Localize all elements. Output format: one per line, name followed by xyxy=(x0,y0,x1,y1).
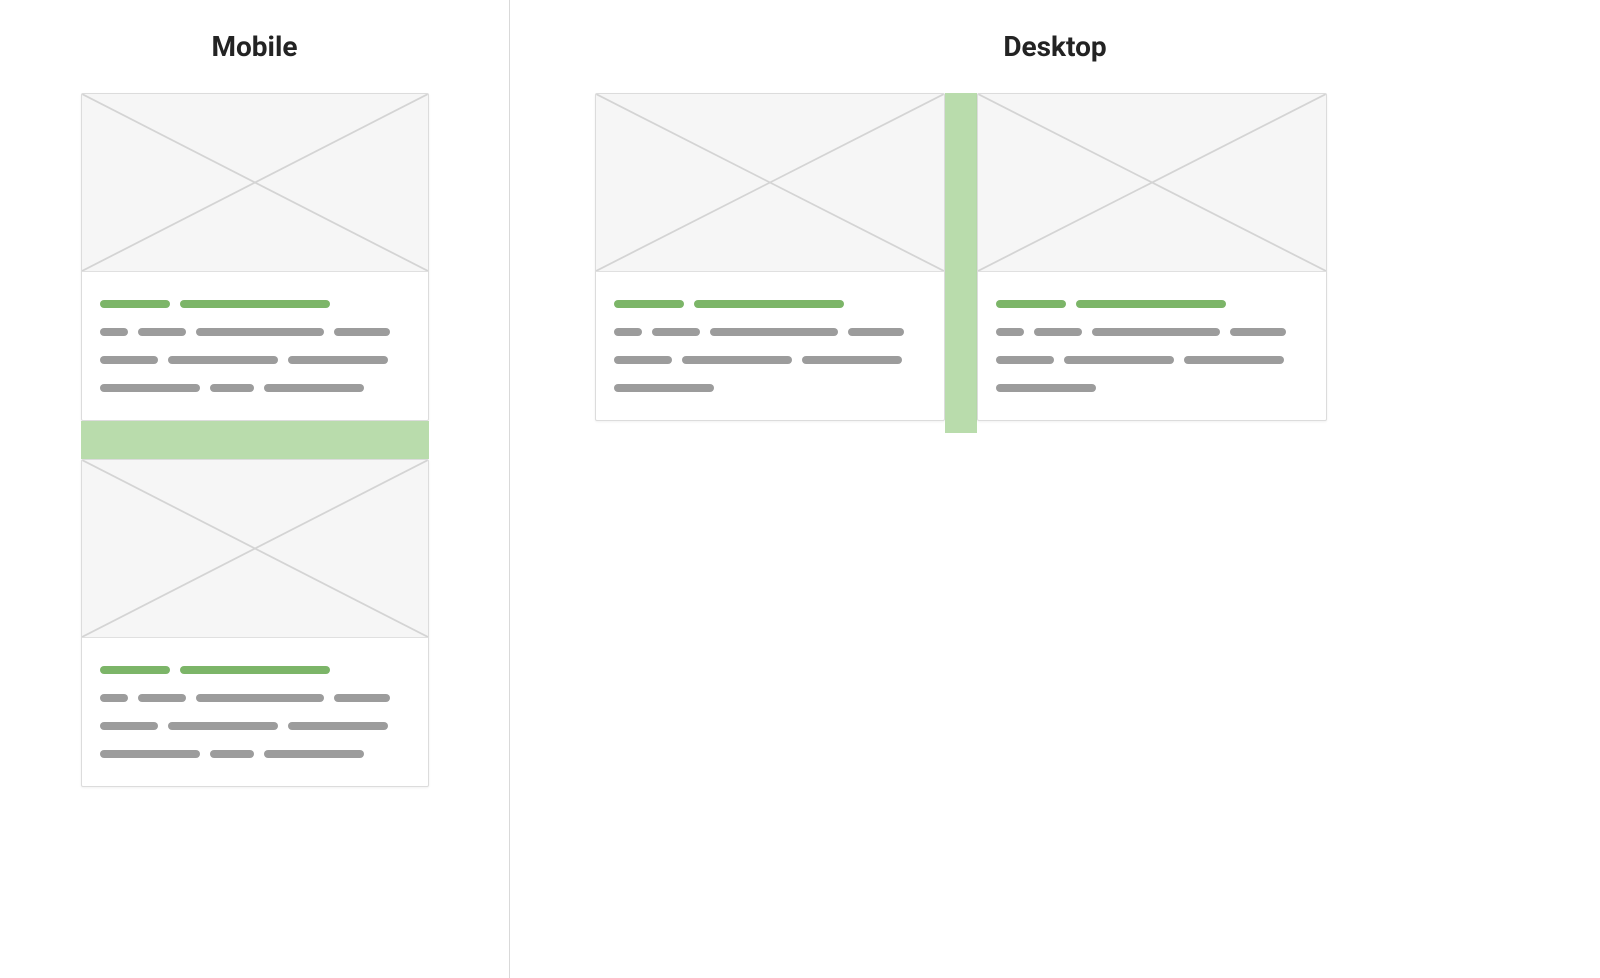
skeleton-segment xyxy=(996,356,1054,364)
skeleton-segment xyxy=(614,300,684,308)
desktop-card-row xyxy=(595,93,1327,433)
skeleton-segment xyxy=(100,328,128,336)
skeleton-segment xyxy=(210,750,254,758)
skeleton-segment xyxy=(210,384,254,392)
skeleton-segment xyxy=(100,750,200,758)
card-body xyxy=(82,638,428,786)
card xyxy=(595,93,945,421)
title-skeleton-row xyxy=(100,300,410,308)
skeleton-segment xyxy=(996,300,1066,308)
image-placeholder xyxy=(978,94,1326,272)
skeleton-segment xyxy=(100,666,170,674)
skeleton-segment xyxy=(138,694,186,702)
skeleton-segment xyxy=(334,694,390,702)
body-skeleton-row xyxy=(100,356,410,364)
body-skeleton-row xyxy=(996,384,1308,392)
body-skeleton-row xyxy=(996,328,1308,336)
skeleton-segment xyxy=(334,328,390,336)
card xyxy=(977,93,1327,421)
body-skeleton-row xyxy=(614,328,926,336)
skeleton-segment xyxy=(1184,356,1284,364)
skeleton-segment xyxy=(1034,328,1082,336)
skeleton-segment xyxy=(180,666,330,674)
body-skeleton-row xyxy=(996,356,1308,364)
skeleton-segment xyxy=(264,384,364,392)
image-placeholder xyxy=(82,460,428,638)
body-skeleton-row xyxy=(100,384,410,392)
mobile-column: Mobile xyxy=(0,0,510,978)
skeleton-segment xyxy=(996,384,1096,392)
skeleton-segment xyxy=(100,384,200,392)
skeleton-segment xyxy=(288,722,388,730)
gap-band xyxy=(81,421,429,459)
skeleton-segment xyxy=(996,328,1024,336)
skeleton-segment xyxy=(100,356,158,364)
desktop-heading: Desktop xyxy=(510,30,1600,63)
skeleton-segment xyxy=(100,722,158,730)
body-skeleton-row xyxy=(100,722,410,730)
body-skeleton-row xyxy=(614,384,926,392)
skeleton-segment xyxy=(100,694,128,702)
skeleton-segment xyxy=(288,356,388,364)
skeleton-segment xyxy=(1230,328,1286,336)
card-body xyxy=(82,272,428,420)
body-skeleton-row xyxy=(100,328,410,336)
skeleton-segment xyxy=(614,384,714,392)
mobile-heading: Mobile xyxy=(0,30,509,63)
mobile-card-stack xyxy=(81,93,429,787)
skeleton-segment xyxy=(100,300,170,308)
skeleton-segment xyxy=(1064,356,1174,364)
card xyxy=(81,93,429,421)
skeleton-segment xyxy=(180,300,330,308)
body-skeleton-row xyxy=(614,356,926,364)
skeleton-segment xyxy=(848,328,904,336)
skeleton-segment xyxy=(168,722,278,730)
skeleton-segment xyxy=(264,750,364,758)
title-skeleton-row xyxy=(100,666,410,674)
image-placeholder xyxy=(596,94,944,272)
title-skeleton-row xyxy=(614,300,926,308)
image-placeholder xyxy=(82,94,428,272)
skeleton-segment xyxy=(168,356,278,364)
card-body xyxy=(596,272,944,420)
skeleton-segment xyxy=(652,328,700,336)
card-body xyxy=(978,272,1326,420)
skeleton-segment xyxy=(614,356,672,364)
skeleton-segment xyxy=(694,300,844,308)
skeleton-segment xyxy=(196,694,324,702)
desktop-column: Desktop xyxy=(510,0,1600,978)
skeleton-segment xyxy=(196,328,324,336)
skeleton-segment xyxy=(1092,328,1220,336)
title-skeleton-row xyxy=(996,300,1308,308)
skeleton-segment xyxy=(682,356,792,364)
skeleton-segment xyxy=(138,328,186,336)
skeleton-segment xyxy=(614,328,642,336)
card xyxy=(81,459,429,787)
body-skeleton-row xyxy=(100,694,410,702)
body-skeleton-row xyxy=(100,750,410,758)
gap-band xyxy=(945,93,977,433)
skeleton-segment xyxy=(1076,300,1226,308)
skeleton-segment xyxy=(802,356,902,364)
skeleton-segment xyxy=(710,328,838,336)
